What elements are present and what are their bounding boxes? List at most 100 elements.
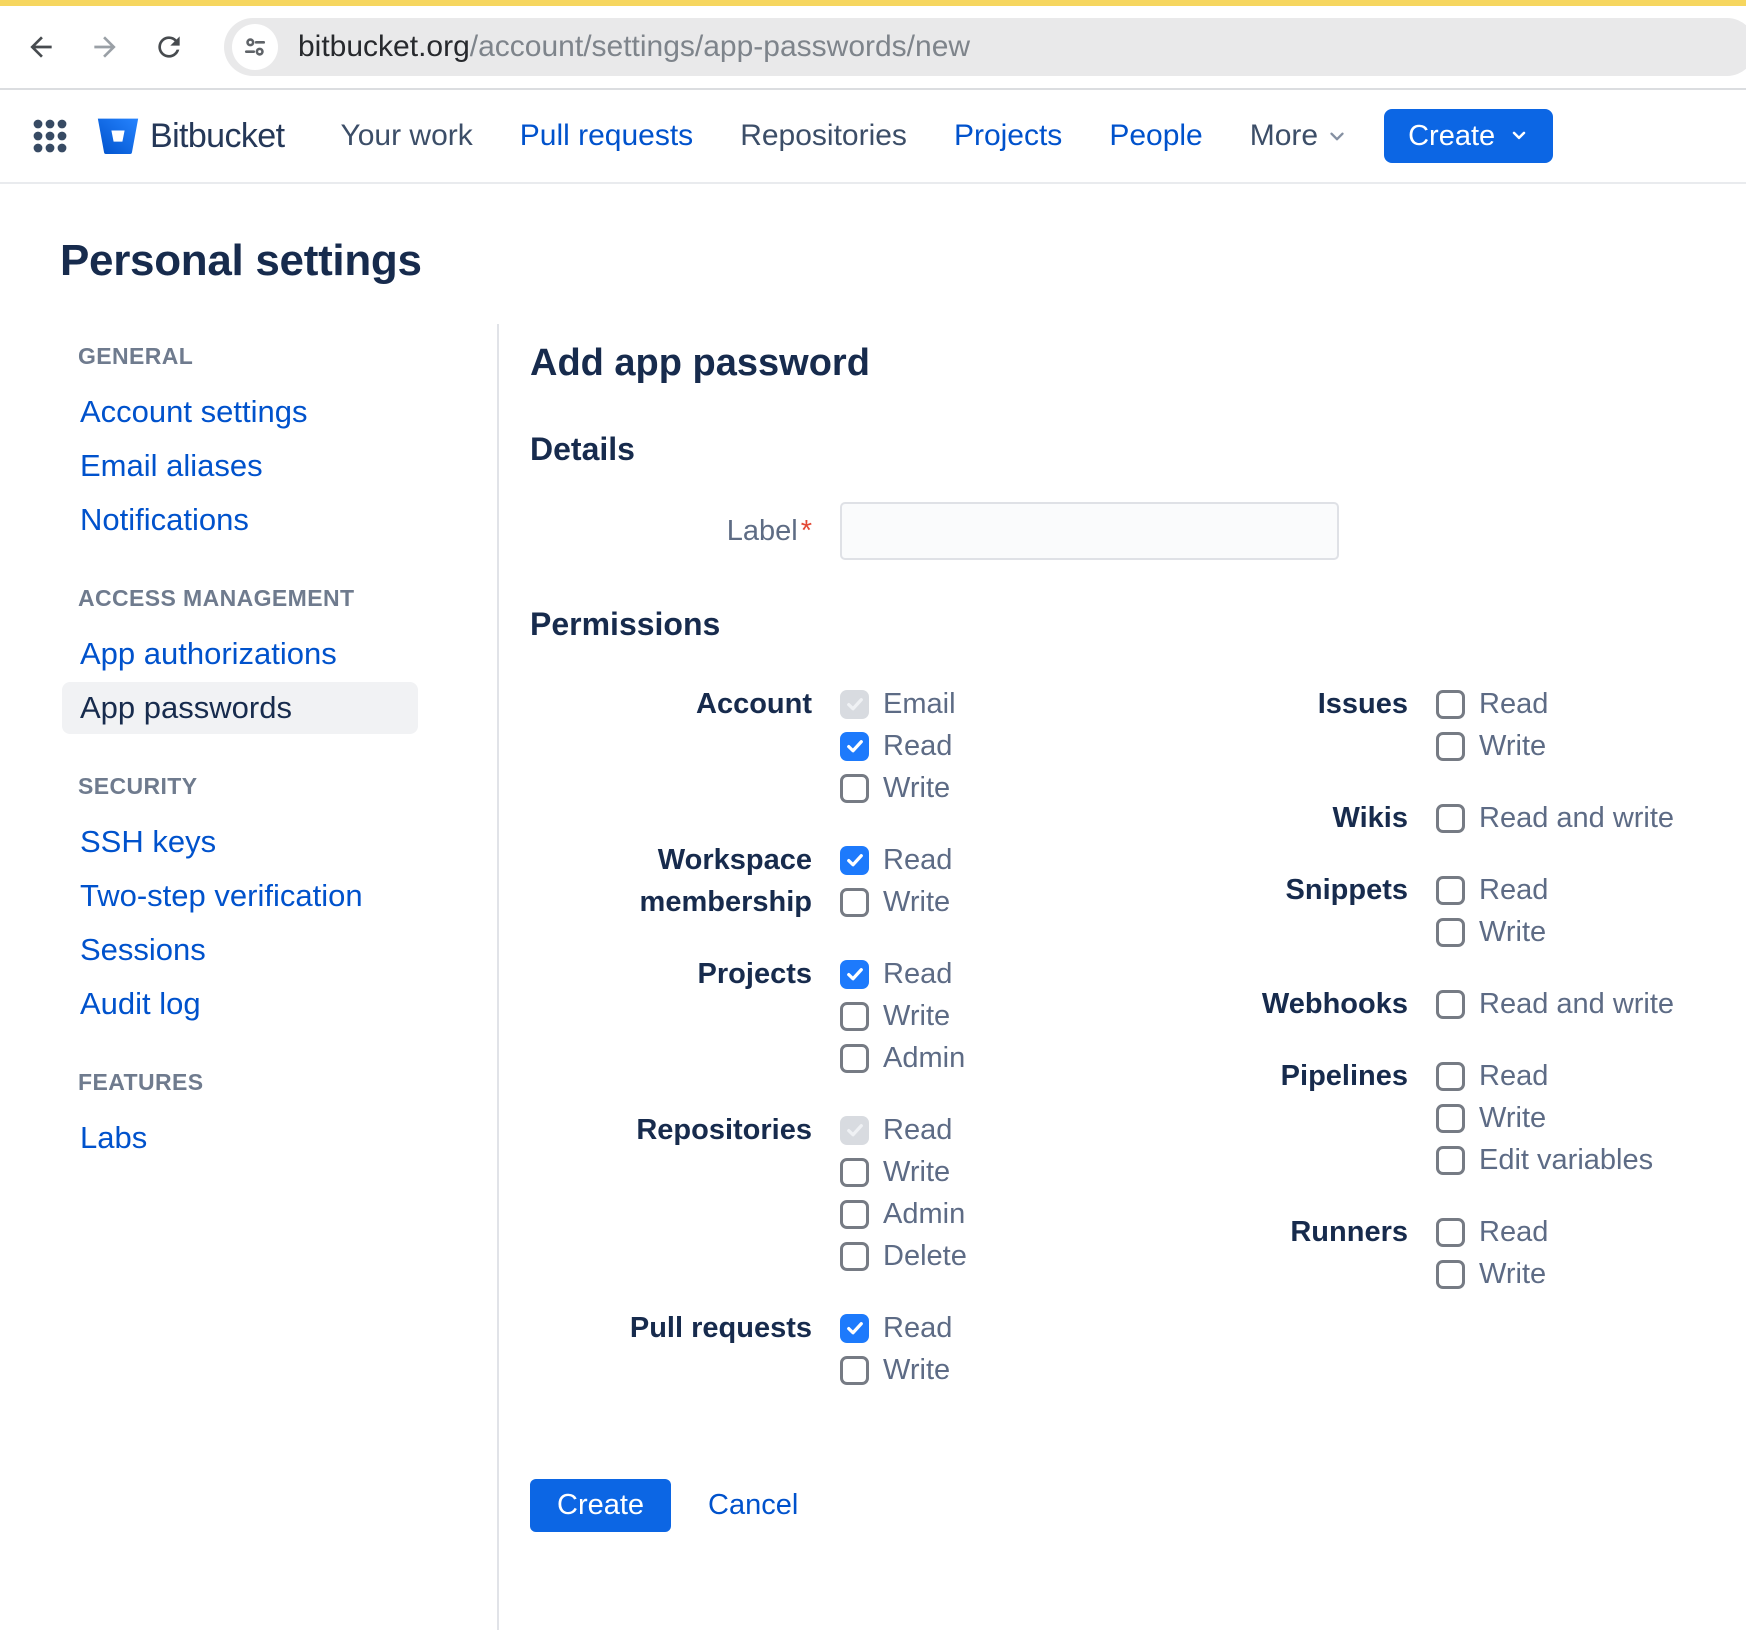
checkbox-projects-admin[interactable]: Admin <box>840 1037 965 1079</box>
checkbox-account-email[interactable]: Email <box>840 683 956 725</box>
checkbox-pull-requests-write[interactable]: Write <box>840 1349 952 1391</box>
sidebar-item-two-step-verification[interactable]: Two-step verification <box>62 870 418 922</box>
checkbox-label: Read <box>1479 688 1548 721</box>
checkbox-account-write[interactable]: Write <box>840 767 956 809</box>
cancel-link[interactable]: Cancel <box>708 1489 798 1522</box>
sidebar-item-sessions[interactable]: Sessions <box>62 924 418 976</box>
permission-group-snippets: Snippets Read Write <box>1150 869 1746 953</box>
checkbox-label: Read <box>1479 1216 1548 1249</box>
nav-projects[interactable]: Projects <box>954 119 1062 153</box>
nav-more-label: More <box>1250 119 1318 153</box>
checkbox-pipelines-read[interactable]: Read <box>1436 1055 1653 1097</box>
checkbox-snippets-write[interactable]: Write <box>1436 911 1548 953</box>
checkbox <box>840 1158 869 1187</box>
nav-repositories[interactable]: Repositories <box>740 119 907 153</box>
checkbox <box>840 1314 869 1343</box>
permission-group-label: Issues <box>1150 683 1408 767</box>
checkbox-projects-read[interactable]: Read <box>840 953 965 995</box>
permission-group-repositories: Repositories Read Write <box>530 1109 1150 1277</box>
sidebar-item-account-settings[interactable]: Account settings <box>62 386 418 438</box>
sidebar-section-general: GENERAL Account settings Email aliases N… <box>60 334 497 546</box>
checkbox-runners-write[interactable]: Write <box>1436 1253 1548 1295</box>
app-navbar: Bitbucket Your work Pull requests Reposi… <box>0 90 1746 184</box>
bitbucket-mark-icon <box>96 114 140 158</box>
back-icon[interactable] <box>22 28 60 66</box>
checkbox-label: Write <box>883 772 950 805</box>
checkbox-runners-read[interactable]: Read <box>1436 1211 1548 1253</box>
label-field-label: Label* <box>530 515 812 548</box>
nav-people[interactable]: People <box>1109 119 1202 153</box>
forward-icon[interactable] <box>86 28 124 66</box>
checkbox-workspace-read[interactable]: Read <box>840 839 952 881</box>
checkbox-label: Delete <box>883 1240 967 1273</box>
sidebar-item-labs[interactable]: Labs <box>62 1112 418 1164</box>
site-settings-icon[interactable] <box>232 24 278 70</box>
checkbox-label: Read <box>883 1114 952 1147</box>
checkbox-issues-write[interactable]: Write <box>1436 725 1548 767</box>
checkbox-snippets-read[interactable]: Read <box>1436 869 1548 911</box>
label-input[interactable] <box>840 502 1339 560</box>
checkbox <box>840 846 869 875</box>
checkbox-pipelines-edit-variables[interactable]: Edit variables <box>1436 1139 1653 1181</box>
permissions-column-right: Issues Read Write <box>1150 683 1746 1391</box>
checkbox-webhooks-read-and-write[interactable]: Read and write <box>1436 983 1674 1025</box>
primary-nav: Your work Pull requests Repositories Pro… <box>340 119 1348 153</box>
create-button[interactable]: Create <box>530 1479 671 1532</box>
sidebar-section-features: FEATURES Labs <box>60 1060 497 1164</box>
checkbox-label: Email <box>883 688 956 721</box>
settings-sidebar: GENERAL Account settings Email aliases N… <box>0 324 497 1630</box>
sidebar-section-access-management: ACCESS MANAGEMENT App authorizations App… <box>60 576 497 734</box>
checkbox <box>840 888 869 917</box>
checkbox-label: Write <box>1479 1258 1546 1291</box>
checkbox-workspace-write[interactable]: Write <box>840 881 952 923</box>
sidebar-section-header: GENERAL <box>60 334 497 378</box>
checkbox-label: Write <box>1479 916 1546 949</box>
checkbox <box>840 1242 869 1271</box>
checkbox <box>840 960 869 989</box>
checkbox-label: Admin <box>883 1042 965 1075</box>
checkbox-label: Write <box>883 886 950 919</box>
checkbox <box>840 1002 869 1031</box>
permission-group-label: Repositories <box>530 1109 812 1277</box>
sidebar-item-audit-log[interactable]: Audit log <box>62 978 418 1030</box>
address-bar[interactable]: bitbucket.org/account/settings/app-passw… <box>224 18 1746 76</box>
bitbucket-logo[interactable]: Bitbucket <box>96 114 284 158</box>
checkbox-account-read[interactable]: Read <box>840 725 956 767</box>
checkbox-projects-write[interactable]: Write <box>840 995 965 1037</box>
url-text: bitbucket.org/account/settings/app-passw… <box>298 30 970 64</box>
checkbox-repositories-admin[interactable]: Admin <box>840 1193 967 1235</box>
checkbox-pull-requests-read[interactable]: Read <box>840 1307 952 1349</box>
permissions-grid: Account Email Read <box>530 683 1746 1391</box>
checkbox-label: Read <box>883 730 952 763</box>
sidebar-item-ssh-keys[interactable]: SSH keys <box>62 816 418 868</box>
nav-create-button[interactable]: Create <box>1384 109 1553 163</box>
nav-more[interactable]: More <box>1250 119 1348 153</box>
app-switcher-icon[interactable] <box>30 116 70 156</box>
checkbox-label: Write <box>883 1354 950 1387</box>
checkbox <box>840 1044 869 1073</box>
checkbox-wikis-read-and-write[interactable]: Read and write <box>1436 797 1674 839</box>
sidebar-item-email-aliases[interactable]: Email aliases <box>62 440 418 492</box>
sidebar-item-app-authorizations[interactable]: App authorizations <box>62 628 418 680</box>
nav-your-work[interactable]: Your work <box>340 119 472 153</box>
reload-icon[interactable] <box>150 28 188 66</box>
checkbox <box>1436 690 1465 719</box>
checkbox <box>1436 1218 1465 1247</box>
permission-group-account: Account Email Read <box>530 683 1150 809</box>
check-icon <box>845 1318 865 1338</box>
checkbox-pipelines-write[interactable]: Write <box>1436 1097 1653 1139</box>
permission-group-pipelines: Pipelines Read Write <box>1150 1055 1746 1181</box>
checkbox-repositories-delete[interactable]: Delete <box>840 1235 967 1277</box>
check-icon <box>845 850 865 870</box>
sidebar-section-header: ACCESS MANAGEMENT <box>60 576 497 620</box>
required-asterisk: * <box>801 515 812 547</box>
sidebar-item-notifications[interactable]: Notifications <box>62 494 418 546</box>
checkbox <box>1436 732 1465 761</box>
checkbox-label: Read <box>1479 874 1548 907</box>
checkbox-repositories-write[interactable]: Write <box>840 1151 967 1193</box>
checkbox-repositories-read[interactable]: Read <box>840 1109 967 1151</box>
checkbox-issues-read[interactable]: Read <box>1436 683 1548 725</box>
sidebar-item-app-passwords[interactable]: App passwords <box>62 682 418 734</box>
permission-group-issues: Issues Read Write <box>1150 683 1746 767</box>
nav-pull-requests[interactable]: Pull requests <box>520 119 693 153</box>
